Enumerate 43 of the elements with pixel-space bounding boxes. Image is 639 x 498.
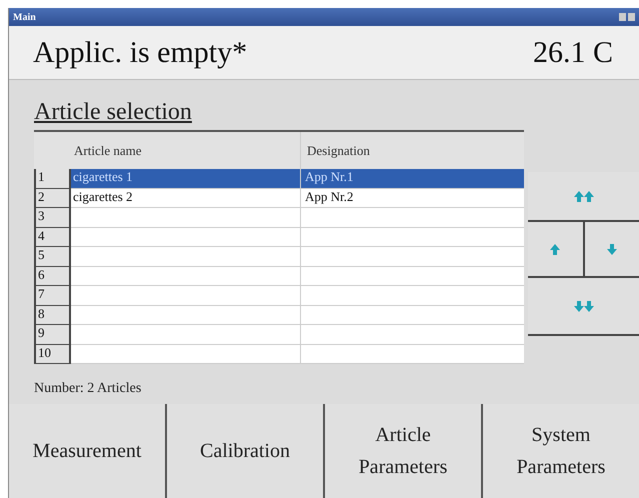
row-number: 7: [38, 286, 44, 301]
table-row[interactable]: 8: [34, 306, 524, 325]
table-row[interactable]: 6: [34, 266, 524, 286]
row-number: 1: [38, 169, 44, 184]
row-number: 5: [38, 247, 44, 262]
table-row[interactable]: 5: [34, 247, 524, 266]
table-cell: cigarettes 1: [73, 169, 133, 184]
table-row[interactable]: 9: [34, 325, 524, 344]
navigation-button[interactable]: [528, 222, 584, 276]
navigation-button[interactable]: [528, 278, 639, 336]
table-row[interactable]: 1 cigarettes 1 App Nr.1: [34, 169, 524, 188]
row-number: 6: [38, 266, 44, 282]
table-cell: cigarettes 2: [73, 188, 133, 204]
column-header: Article name: [74, 143, 142, 158]
menu-button[interactable]: Calibration: [165, 404, 323, 498]
row-number: 2: [38, 188, 44, 204]
table-row[interactable]: 3: [34, 208, 524, 228]
table-row[interactable]: 4: [34, 228, 524, 247]
double-down-arrow-icon: [572, 300, 594, 312]
table-row[interactable]: 7: [34, 286, 524, 306]
up-arrow-icon: [549, 242, 562, 256]
row-number: 9: [38, 325, 44, 340]
row-number: 10: [38, 344, 51, 360]
table-row[interactable]: 2 cigarettes 2 App Nr.2: [34, 188, 524, 208]
status-text: Applic. is empty*: [33, 35, 248, 71]
menu-button[interactable]: Measurement: [9, 404, 165, 498]
row-number: 3: [38, 208, 44, 223]
window-controls-icon: [619, 13, 635, 21]
column-header: Designation: [307, 143, 370, 158]
menu-button[interactable]: System Parameters: [481, 404, 639, 498]
menu-button[interactable]: Article Parameters: [323, 404, 481, 498]
temperature-text: 26.1 C: [532, 35, 613, 71]
window-title: Main: [13, 10, 36, 24]
section-title: Article selection: [34, 99, 192, 125]
table-row[interactable]: 10: [34, 344, 524, 364]
article-count: Number: 2 Articles: [34, 381, 142, 396]
row-number: 8: [38, 306, 44, 320]
row-number: 4: [38, 228, 44, 242]
navigation-button[interactable]: [528, 172, 639, 222]
double-up-arrow-icon: [572, 190, 594, 202]
down-arrow-icon: [606, 242, 618, 256]
table-cell: App Nr.2: [305, 188, 354, 204]
table-cell: App Nr.1: [305, 169, 354, 184]
